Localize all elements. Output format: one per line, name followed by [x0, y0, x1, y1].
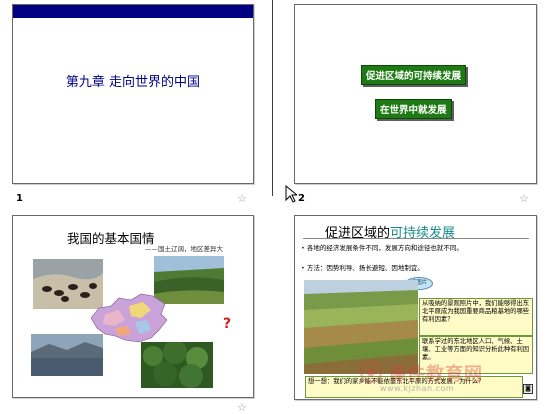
slide-title: 我国的基本国情 [67, 231, 155, 246]
slide-thumbnail-2[interactable]: 促进区域的可持续发展 在世界中就发展 [294, 4, 537, 184]
question-mark: ? [223, 316, 232, 332]
transition-star-icon: ☆ [237, 401, 247, 414]
bullet-item: • 方法：因势利导、扬长避短、因地制宜。 [301, 264, 424, 272]
bullet-item: • 各地的经济发展条件不同，发展方向和途径也就不同。 [301, 244, 463, 252]
slide-thumbnail-1[interactable]: 第九章 走向世界的中国 [12, 4, 254, 184]
bullet-text: 各地的经济发展条件不同，发展方向和途径也就不同。 [306, 244, 463, 252]
title-bar-decoration [13, 5, 253, 18]
bullet-text: 方法：因势利导、扬长避短、因地制宜。 [306, 264, 424, 272]
mouse-cursor-icon [285, 185, 297, 203]
question-box-2: 联系学过的东北地区人口、气候、土壤、工业等方面的知识分析此种有利因素。 [419, 336, 533, 374]
bottom-note: 想一想：我们的家乡能不能依靠东北平原的方式发展，为什么？ [305, 376, 523, 398]
title-underline [303, 238, 529, 239]
transition-star-icon: ☆ [519, 192, 529, 205]
lake-photo [31, 334, 103, 376]
transition-star-icon: ☆ [237, 192, 247, 205]
slide-number-1: 1 [16, 193, 23, 204]
farmland-photo [304, 280, 418, 374]
hyperlink-button-world[interactable]: 在世界中就发展 [375, 99, 452, 119]
slide-number-2: 2 [298, 193, 305, 204]
slide-title: 第九章 走向世界的中国 [65, 75, 201, 90]
speaker-icon[interactable]: ◙ [523, 384, 533, 394]
jungle-photo [141, 342, 213, 388]
pane-divider[interactable] [272, 0, 273, 196]
slide-thumbnail-3[interactable]: 我国的基本国情 ——国土辽阔，地区差异大 ? [12, 215, 254, 398]
hyperlink-button-sustainable[interactable]: 促进区域的可持续发展 [361, 65, 467, 85]
slide-subtitle: ——国土辽阔，地区差异大 [145, 245, 223, 253]
question-box-1: 从吸纳的景观照片中，我们能够得出东北平原成为我国重要商品粮基地的哪些有利因素？ [419, 298, 533, 336]
slide-thumbnail-4[interactable]: 促进区域的可持续发展 • 各地的经济发展条件不同，发展方向和途径也就不同。 • … [294, 215, 537, 400]
